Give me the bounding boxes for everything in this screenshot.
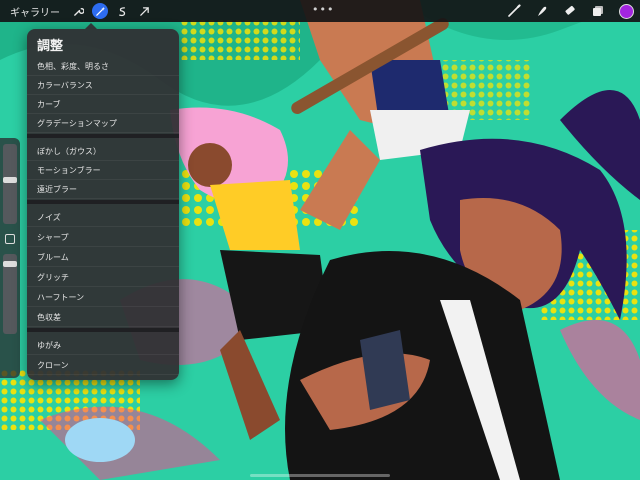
menu-item-bloom[interactable]: ブルーム	[27, 248, 179, 267]
opacity-slider[interactable]	[3, 254, 17, 334]
current-color-swatch	[618, 3, 634, 19]
adjustments-menu: 調整 色相、彩度、明るさ カラーバランス カーブ グラデーションマップ ぼかし（…	[27, 23, 179, 380]
brush-size-knob[interactable]	[3, 177, 17, 184]
opacity-knob[interactable]	[3, 261, 17, 268]
gallery-button[interactable]: ギャラリー	[6, 2, 64, 21]
color-picker-button[interactable]	[618, 3, 634, 19]
popover-arrow	[85, 23, 97, 29]
left-sidebar	[0, 138, 20, 378]
wrench-icon[interactable]	[70, 3, 86, 19]
home-indicator	[250, 474, 390, 477]
selection-icon[interactable]	[114, 3, 130, 19]
menu-item-hue-saturation-brightness[interactable]: 色相、彩度、明るさ	[27, 57, 179, 76]
menu-item-halftone[interactable]: ハーフトーン	[27, 288, 179, 307]
menu-title: 調整	[37, 39, 64, 54]
menu-separator	[27, 134, 179, 138]
menu-separator	[27, 328, 179, 332]
modifier-button[interactable]	[5, 234, 15, 244]
menu-item-gradient-map[interactable]: グラデーションマップ	[27, 114, 179, 133]
menu-separator	[27, 200, 179, 204]
brush-icon[interactable]	[506, 3, 522, 19]
top-toolbar: ギャラリー •••	[0, 0, 640, 22]
more-options-button[interactable]: •••	[312, 3, 334, 16]
menu-item-perspective-blur[interactable]: 遠近ブラー	[27, 180, 179, 199]
menu-item-curves[interactable]: カーブ	[27, 95, 179, 114]
menu-item-clone[interactable]: クローン	[27, 356, 179, 375]
menu-item-liquify[interactable]: ゆがみ	[27, 336, 179, 355]
menu-item-glitch[interactable]: グリッチ	[27, 268, 179, 287]
eraser-icon[interactable]	[562, 3, 578, 19]
menu-item-gaussian-blur[interactable]: ぼかし（ガウス）	[27, 142, 179, 161]
transform-arrow-icon[interactable]	[136, 3, 152, 19]
brush-size-slider[interactable]	[3, 144, 17, 224]
menu-item-sharpen[interactable]: シャープ	[27, 228, 179, 247]
layers-icon[interactable]	[590, 3, 606, 19]
smudge-icon[interactable]	[534, 3, 550, 19]
menu-item-color-balance[interactable]: カラーバランス	[27, 76, 179, 95]
menu-item-motion-blur[interactable]: モーションブラー	[27, 161, 179, 180]
menu-item-noise[interactable]: ノイズ	[27, 208, 179, 227]
magic-wand-icon[interactable]	[92, 3, 108, 19]
menu-item-chromatic-aberration[interactable]: 色収差	[27, 308, 179, 327]
